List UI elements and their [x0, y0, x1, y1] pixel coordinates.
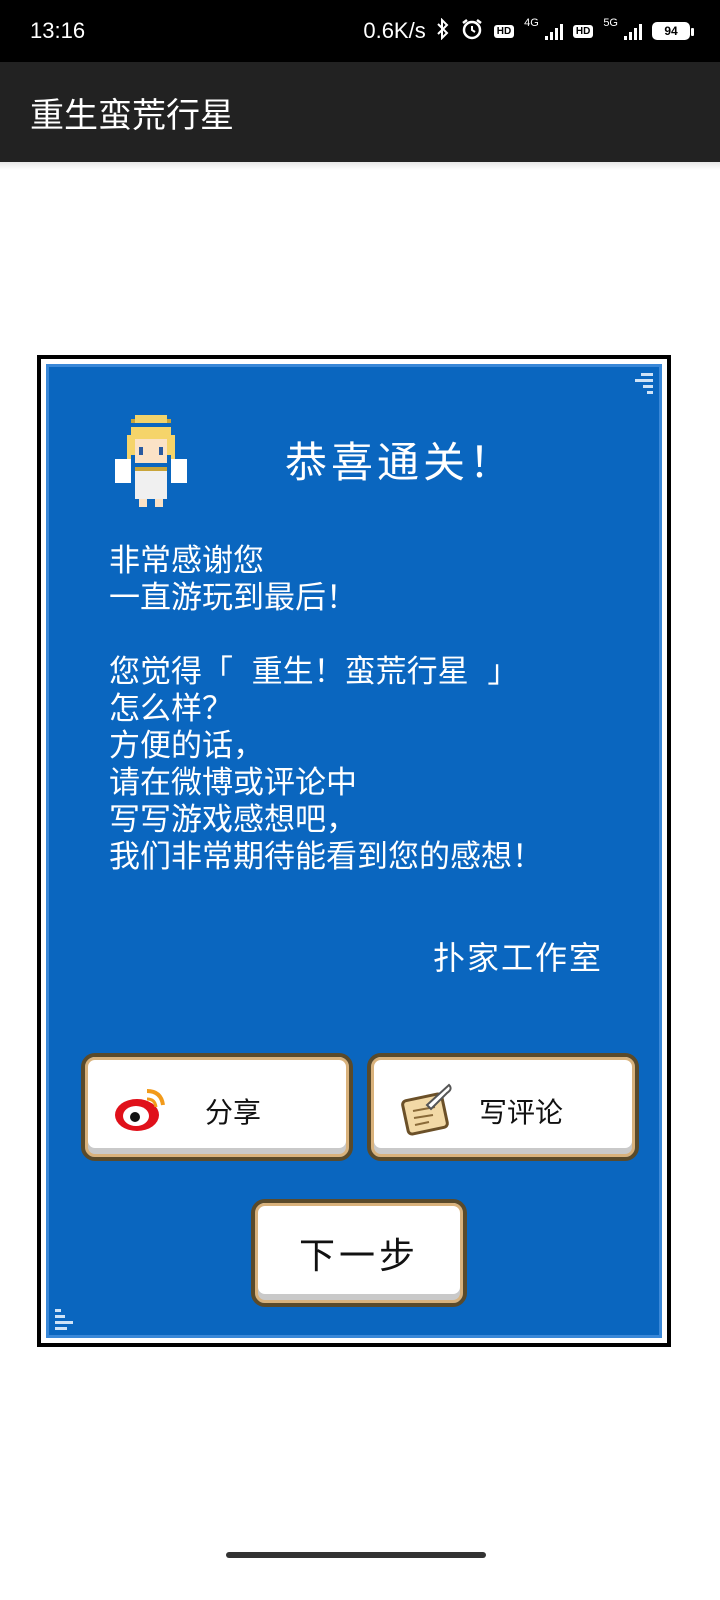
corner-decoration-icon	[635, 373, 653, 394]
message-line: 非常感谢您	[109, 543, 264, 579]
network-type-4g: 4G	[524, 17, 539, 29]
hd-badge-2: HD	[572, 24, 594, 38]
message-line: 您觉得「 重生！蛮荒行星 」	[109, 654, 519, 690]
status-bar: 13:16 0.6K/s HD 4G HD 5G 94	[0, 0, 720, 62]
angel-icon	[115, 415, 187, 507]
dialog-title: 恭喜通关！	[285, 438, 516, 487]
corner-decoration-icon	[55, 1309, 73, 1330]
message-line: 怎么样？	[109, 691, 233, 727]
battery-icon: 94	[652, 22, 694, 40]
message-line: 写写游戏感想吧，	[109, 802, 357, 838]
scroll-quill-icon	[401, 1083, 452, 1136]
dialog-panel: 恭喜通关！ 非常感谢您 一直游玩到最后！ 您觉得「 重生！蛮荒行星 」 怎么样？…	[46, 364, 662, 1338]
app-title: 重生蛮荒行星	[30, 95, 234, 136]
signal-icon-2	[624, 22, 642, 40]
share-label: 分享	[205, 1096, 262, 1129]
alarm-icon	[460, 17, 484, 46]
status-icons: 0.6K/s HD 4G HD 5G 94	[363, 17, 694, 46]
write-review-button[interactable]: 写评论	[367, 1053, 639, 1161]
studio-signature: 扑家工作室	[432, 939, 603, 977]
net-speed: 0.6K/s	[363, 18, 426, 43]
home-indicator[interactable]	[226, 1552, 486, 1558]
bluetooth-icon	[436, 17, 450, 45]
thank-you-message: 非常感谢您 一直游玩到最后！ 您觉得「 重生！蛮荒行星 」 怎么样？ 方便的话，…	[109, 543, 543, 876]
network-type-5g: 5G	[603, 17, 618, 29]
clear-dialog: 恭喜通关！ 非常感谢您 一直游玩到最后！ 您觉得「 重生！蛮荒行星 」 怎么样？…	[37, 355, 671, 1347]
status-time: 13:16	[30, 18, 86, 43]
message-gap	[109, 617, 543, 654]
write-review-label: 写评论	[479, 1096, 564, 1129]
message-line: 一直游玩到最后！	[109, 580, 357, 616]
app-bar: 重生蛮荒行星	[0, 62, 720, 162]
share-button[interactable]: 分享	[81, 1053, 353, 1161]
message-line: 请在微博或评论中	[109, 765, 357, 801]
message-line: 我们非常期待能看到您的感想！	[109, 839, 543, 875]
weibo-icon	[115, 1089, 165, 1131]
message-line: 方便的话，	[109, 728, 264, 764]
dialog-border: 恭喜通关！ 非常感谢您 一直游玩到最后！ 您觉得「 重生！蛮荒行星 」 怎么样？…	[41, 359, 667, 1343]
signal-icon	[544, 22, 563, 40]
next-step-label: 下一步	[298, 1236, 419, 1277]
app-bar-shadow	[0, 162, 720, 170]
next-step-button[interactable]: 下一步	[251, 1199, 467, 1307]
hd-badge: HD	[493, 24, 515, 38]
